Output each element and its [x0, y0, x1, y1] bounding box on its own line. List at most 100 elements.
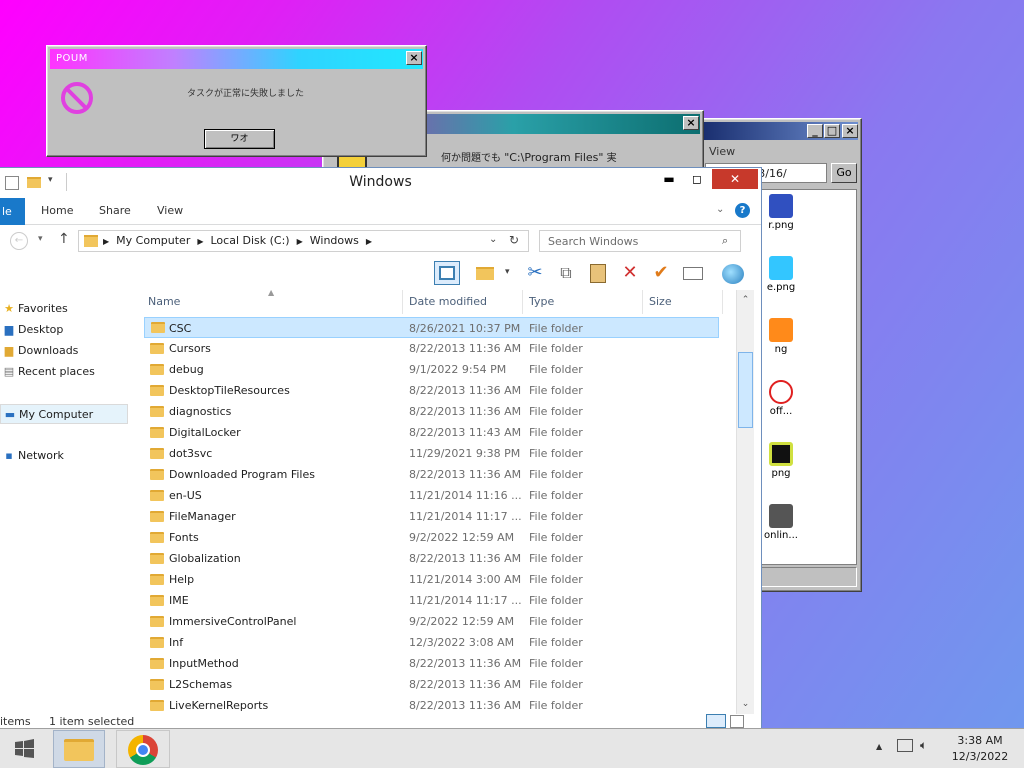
window-titlebar[interactable]: POUM	[50, 49, 423, 69]
nav-favorites[interactable]: ★ Favorites	[0, 299, 128, 319]
search-input[interactable]: Search Windows ⌕	[539, 230, 741, 252]
taskbar-file-explorer[interactable]	[53, 730, 105, 768]
go-button[interactable]: Go	[831, 163, 857, 183]
details-view-icon[interactable]	[706, 714, 726, 728]
taskbar: ▲ 🔈︎ 3:38 AM 12/3/2022	[0, 728, 1024, 768]
paste-icon[interactable]	[585, 261, 611, 285]
volume-icon[interactable]: 🔈︎	[920, 738, 927, 753]
table-row[interactable]: Inf 12/3/2022 3:08 AM File folder	[132, 632, 718, 653]
selection-count: 1 item selected	[49, 715, 135, 728]
ok-button[interactable]: ワオ	[204, 129, 275, 149]
close-button[interactable]: ×	[406, 51, 422, 65]
breadcrumb-local-disk[interactable]: Local Disk (C:)	[211, 234, 290, 247]
show-hidden-icons-icon[interactable]: ▲	[876, 742, 882, 751]
table-row[interactable]: debug 9/1/2022 9:54 PM File folder	[132, 359, 718, 380]
navigation-pane: ★ Favorites ▆ Desktop ▆ Downloads ▤ Recent p…	[0, 290, 130, 730]
up-arrow-icon[interactable]: ↑	[58, 231, 70, 247]
tab-share[interactable]: Share	[99, 204, 131, 217]
search-icon[interactable]: ⌕	[722, 234, 728, 248]
large-icons-view-icon[interactable]	[730, 715, 744, 728]
monitor-icon	[769, 504, 793, 528]
table-row[interactable]: FileManager 11/21/2014 11:17 ... File fold…	[132, 506, 718, 527]
minimize-button[interactable]: _	[807, 124, 823, 138]
file-label: onlin...	[764, 530, 798, 541]
nav-network[interactable]: ▪ Network	[0, 446, 128, 466]
column-header-date-modified[interactable]: Date modified	[403, 290, 523, 314]
folder-icon	[150, 490, 164, 501]
back-arrow-icon[interactable]: ←	[10, 232, 28, 250]
system-clock[interactable]: 3:38 AM 12/3/2022	[942, 733, 1018, 765]
column-header-size[interactable]: Size	[643, 290, 723, 314]
move-to-folder-icon[interactable]	[472, 261, 498, 285]
table-row[interactable]: L2Schemas 8/22/2013 11:36 AM File folder	[132, 674, 718, 695]
table-row[interactable]: DesktopTileResources 8/22/2013 11:36 AM Fi…	[132, 380, 718, 401]
window-titlebar[interactable]: ▾ Windows ▬ ◻ ✕	[0, 168, 761, 198]
scrollbar-thumb[interactable]	[738, 352, 753, 428]
image-file-icon	[769, 318, 793, 342]
start-button[interactable]	[4, 730, 44, 768]
delete-icon[interactable]: ✕	[617, 261, 643, 285]
file-explorer-window[interactable]: ▾ Windows ▬ ◻ ✕ le Home Share View ⌄ ? ←…	[0, 167, 762, 730]
menu-view[interactable]: View	[709, 145, 735, 158]
table-row[interactable]: InputMethod 8/22/2013 11:36 AM File folder	[132, 653, 718, 674]
rename-checkmark-icon[interactable]: ✔	[648, 261, 674, 285]
preview-pane-icon[interactable]	[434, 261, 460, 285]
table-row[interactable]: en-US 11/21/2014 11:16 ... File folder	[132, 485, 718, 506]
cut-icon[interactable]: ✂	[522, 261, 548, 285]
table-row[interactable]: DigitalLocker 8/22/2013 11:43 AM File fold…	[132, 422, 718, 443]
table-row[interactable]: Cursors 8/22/2013 11:36 AM File folder	[132, 338, 718, 359]
maximize-button[interactable]: □	[824, 124, 840, 138]
close-button[interactable]: ✕	[712, 169, 758, 189]
scroll-up-arrow-icon[interactable]: ⌃	[737, 292, 754, 308]
shell-options-icon[interactable]	[720, 261, 746, 285]
file-date: 8/22/2013 11:36 AM	[409, 657, 522, 670]
refresh-icon[interactable]: ↻	[509, 233, 519, 247]
file-date: 9/2/2022 12:59 AM	[409, 531, 515, 544]
column-header-name[interactable]: Name	[142, 290, 403, 314]
nav-my-computer[interactable]: ▬ My Computer	[0, 404, 128, 424]
breadcrumb-my-computer[interactable]: My Computer	[116, 234, 190, 247]
table-row[interactable]: diagnostics 8/22/2013 11:36 AM File folder	[132, 401, 718, 422]
table-row[interactable]: CSC 8/26/2021 10:37 PM File folder	[144, 317, 719, 338]
tab-view[interactable]: View	[157, 204, 183, 217]
dialog-message: 何か問題でも "C:\Program Files" 実	[441, 149, 617, 164]
expand-ribbon-icon[interactable]: ⌄	[716, 204, 724, 215]
table-row[interactable]: Globalization 8/22/2013 11:36 AM File fold…	[132, 548, 718, 569]
file-type: File folder	[529, 594, 583, 607]
file-name: DigitalLocker	[169, 426, 241, 439]
table-row[interactable]: ImmersiveControlPanel 9/2/2022 12:59 AM Fi…	[132, 611, 718, 632]
table-row[interactable]: Fonts 9/2/2022 12:59 AM File folder	[132, 527, 718, 548]
copy-icon[interactable]: ⧉	[553, 261, 579, 285]
column-header-type[interactable]: Type	[523, 290, 643, 314]
file-label: r.png	[768, 220, 794, 231]
table-row[interactable]: dot3svc 11/29/2021 9:38 PM File folder	[132, 443, 718, 464]
vertical-scrollbar[interactable]: ⌃ ⌄	[736, 290, 754, 714]
close-button[interactable]: ×	[842, 124, 858, 138]
nav-desktop[interactable]: ▆ Desktop	[0, 320, 128, 340]
tab-file[interactable]: le	[0, 198, 25, 225]
table-row[interactable]: IME 11/21/2014 11:17 ... File folder	[132, 590, 718, 611]
table-row[interactable]: Help 11/21/2014 3:00 AM File folder	[132, 569, 718, 590]
error-dialog[interactable]: POUM × タスクが正常に失敗しました ワオ	[46, 45, 427, 157]
table-row[interactable]: Downloaded Program Files 8/22/2013 11:36 …	[132, 464, 718, 485]
breadcrumb-windows[interactable]: Windows	[310, 234, 359, 247]
file-type: File folder	[529, 699, 583, 712]
help-icon[interactable]: ?	[735, 203, 750, 218]
tab-home[interactable]: Home	[41, 204, 73, 217]
properties-icon[interactable]	[680, 261, 706, 285]
table-row[interactable]: LiveKernelReports 8/22/2013 11:36 AM File …	[132, 695, 718, 714]
file-name: Globalization	[169, 552, 241, 565]
taskbar-chrome[interactable]	[116, 730, 170, 768]
address-bar[interactable]: ▶ My Computer ▶ Local Disk (C:) ▶ Window…	[78, 230, 529, 252]
network-status-icon[interactable]	[897, 739, 913, 752]
minimize-button[interactable]: ▬	[656, 169, 682, 189]
close-button[interactable]: ×	[683, 116, 699, 130]
nav-downloads[interactable]: ▆ Downloads	[0, 341, 128, 361]
scroll-down-arrow-icon[interactable]: ⌄	[737, 696, 754, 712]
nav-recent-places[interactable]: ▤ Recent places	[0, 362, 128, 382]
maximize-button[interactable]: ◻	[684, 169, 710, 189]
recent-dropdown-icon[interactable]: ▾	[38, 234, 43, 244]
move-dropdown-icon[interactable]: ▾	[505, 267, 510, 277]
folder-icon	[150, 637, 164, 648]
address-dropdown-icon[interactable]: ⌄	[489, 234, 497, 245]
